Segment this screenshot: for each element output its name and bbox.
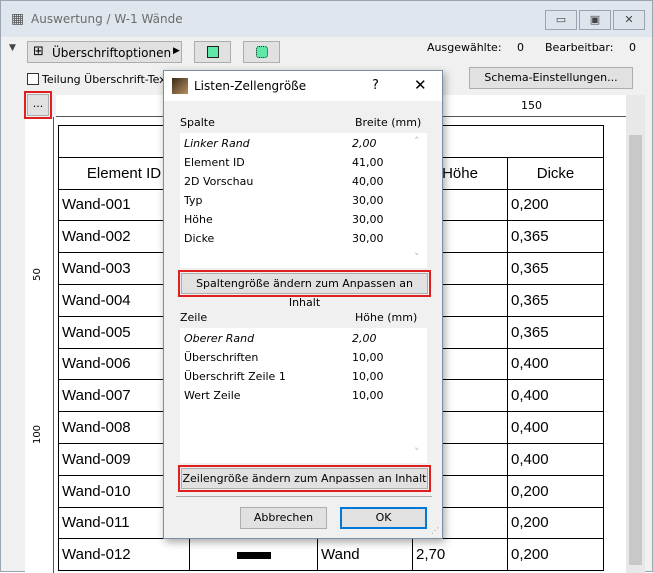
vertical-scrollbar[interactable] <box>626 95 645 573</box>
editable-value: 0 <box>629 41 636 54</box>
selected-value: 0 <box>517 41 524 54</box>
heading-options-dropdown[interactable]: ⊞ Überschriftoptionen ▶ <box>27 41 182 63</box>
help-button[interactable]: ? <box>372 78 379 93</box>
chevron-right-icon: ▶ <box>173 46 180 56</box>
polygon-icon <box>256 46 268 58</box>
split-heading-checkbox[interactable] <box>27 73 39 85</box>
wall-preview-icon <box>236 552 271 560</box>
ruler-label-150: 150 <box>521 99 542 112</box>
cell-preview <box>189 538 318 572</box>
list-item-name[interactable]: Dicke <box>184 232 214 245</box>
list-item-value[interactable]: 30,00 <box>352 213 384 226</box>
cell-thickness: 0,200 <box>507 188 604 222</box>
width-header: Breite (mm) <box>355 116 422 129</box>
list-item-name[interactable]: Oberer Rand <box>184 332 254 345</box>
heading-icon: ⊞ <box>33 44 44 59</box>
cell-type: Wand <box>317 538 413 572</box>
list-item-value[interactable]: 2,00 <box>352 332 377 345</box>
select-poly-button[interactable] <box>243 41 280 63</box>
cell-thickness: 0,200 <box>507 474 604 508</box>
cell-thickness: 0,400 <box>507 347 604 381</box>
more-options-button[interactable]: ... <box>27 94 49 116</box>
scrollbar-thumb[interactable] <box>629 135 642 565</box>
list-item-value[interactable]: 10,00 <box>352 389 384 402</box>
divider <box>176 496 432 497</box>
cell-thickness: 0,400 <box>507 411 604 444</box>
cell-thickness: 0,200 <box>507 538 604 572</box>
ruler-label-100: 100 <box>32 424 44 445</box>
list-item-name[interactable]: Linker Rand <box>184 137 250 150</box>
window-title: Auswertung / W-1 Wände <box>31 12 183 26</box>
ruler-label-50: 50 <box>31 268 43 281</box>
cell-thickness: 0,400 <box>507 379 604 413</box>
maximize-button[interactable]: ▣ <box>579 10 611 30</box>
split-heading-label: Teilung Überschrift-Text <box>42 73 171 86</box>
fit-rows-button[interactable]: Zeilengröße ändern zum Anpassen an Inhal… <box>181 468 428 489</box>
list-item-value[interactable]: 2,00 <box>352 137 377 150</box>
list-item-name[interactable]: Überschriften <box>184 351 258 364</box>
rows-header: Zeile <box>180 311 208 324</box>
cell-height: 2,70 <box>412 538 508 572</box>
list-item-name[interactable]: 2D Vorschau <box>184 175 253 188</box>
list-item-name[interactable]: Typ <box>184 194 203 207</box>
scroll-up-icon[interactable]: ˄ <box>414 135 420 148</box>
close-button[interactable]: ✕ <box>613 10 645 30</box>
cell-thickness: 0,400 <box>507 442 604 476</box>
cell-thickness: 0,365 <box>507 283 604 317</box>
list-item-value[interactable]: 30,00 <box>352 194 384 207</box>
list-item-value[interactable]: 10,00 <box>352 351 384 364</box>
table-row[interactable]: Wand-012 Wand 2,70 0,200 <box>58 538 604 572</box>
vertical-ruler: 50 100 <box>25 119 53 573</box>
dialog-title: Listen-Zellengröße <box>194 79 307 93</box>
rows-list[interactable]: ˅ Oberer Rand 2,00 Überschriften 10,00 Übers… <box>180 328 427 463</box>
collapse-arrow-icon[interactable]: ▼ <box>9 43 16 53</box>
list-item-name[interactable]: Überschrift Zeile 1 <box>184 370 286 383</box>
resize-grip-icon[interactable]: ⋰ <box>431 526 439 535</box>
cell-thickness: 0,365 <box>507 252 604 285</box>
table-icon: ▦ <box>11 11 25 27</box>
list-item-name[interactable]: Element ID <box>184 156 245 169</box>
list-item-value[interactable]: 40,00 <box>352 175 384 188</box>
app-icon <box>172 78 188 94</box>
list-item-value[interactable]: 41,00 <box>352 156 384 169</box>
list-item-name[interactable]: Höhe <box>184 213 213 226</box>
columns-header: Spalte <box>180 116 215 129</box>
fit-columns-button[interactable]: Spaltengröße ändern zum Anpassen an Inha… <box>181 273 428 309</box>
header-thickness: Dicke <box>507 156 604 190</box>
selected-label: Ausgewählte: <box>427 41 502 54</box>
scroll-down-icon[interactable]: ˅ <box>414 251 420 264</box>
height-header: Höhe (mm) <box>355 311 418 324</box>
scroll-down-icon[interactable]: ˅ <box>414 446 420 459</box>
title-bar: ▦ Auswertung / W-1 Wände ▭ ▣ ✕ <box>1 1 652 37</box>
dialog-close-button[interactable]: ✕ <box>414 76 427 94</box>
columns-list[interactable]: ˄ ˅ Linker Rand 2,00 Element ID 41,00 2D Vor… <box>180 133 427 268</box>
ok-button[interactable]: OK <box>340 507 427 529</box>
schema-settings-button[interactable]: Schema-Einstellungen... <box>469 67 633 89</box>
cell-element-id: Wand-012 <box>58 538 190 572</box>
editable-label: Bearbeitbar: <box>545 41 614 54</box>
list-item-value[interactable]: 10,00 <box>352 370 384 383</box>
heading-options-label: Überschriftoptionen <box>52 46 172 60</box>
cancel-button[interactable]: Abbrechen <box>240 507 327 529</box>
cell-thickness: 0,200 <box>507 506 604 540</box>
cell-thickness: 0,365 <box>507 315 604 349</box>
cell-thickness: 0,365 <box>507 220 604 254</box>
list-item-value[interactable]: 30,00 <box>352 232 384 245</box>
rectangle-icon <box>207 46 219 58</box>
select-rect-button[interactable] <box>194 41 231 63</box>
dialog-title-bar: Listen-Zellengröße ? ✕ <box>164 71 442 101</box>
cell-size-dialog: Listen-Zellengröße ? ✕ Spalte Breite (mm… <box>163 70 443 539</box>
list-item-name[interactable]: Wert Zeile <box>184 389 241 402</box>
minimize-button[interactable]: ▭ <box>545 10 577 30</box>
